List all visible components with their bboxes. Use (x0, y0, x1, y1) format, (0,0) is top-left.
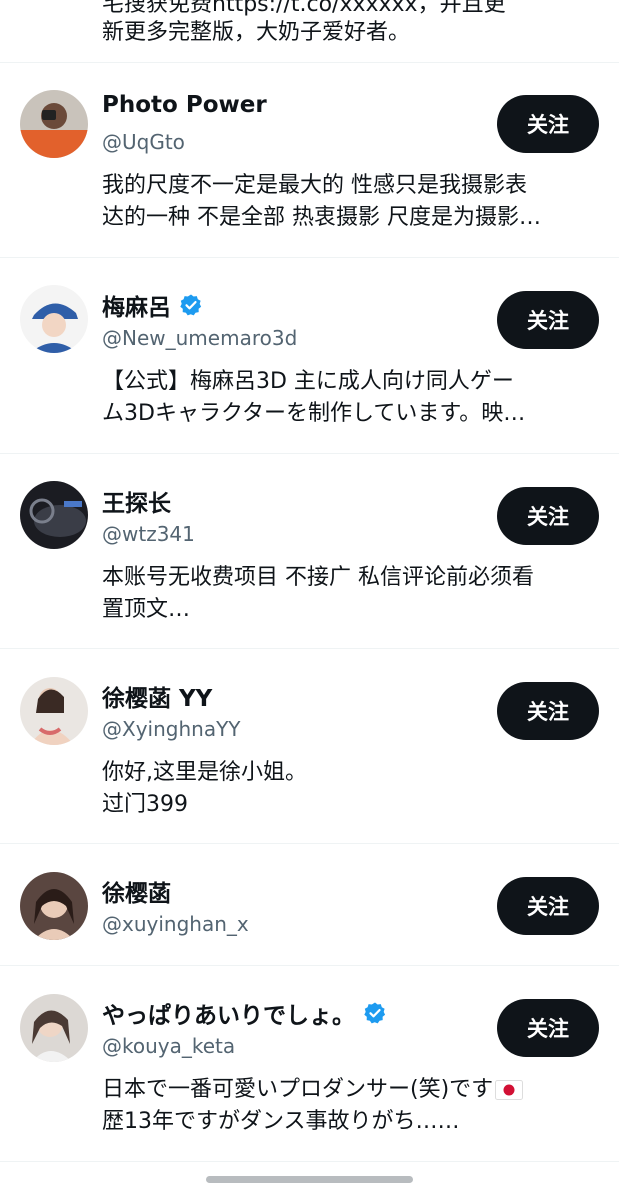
account-name-text: やっぱりあいりでしょ。 (102, 1003, 355, 1029)
avatar[interactable] (20, 677, 88, 745)
avatar[interactable] (20, 994, 88, 1062)
account-handle[interactable]: @xuyinghan_x (102, 912, 249, 936)
follow-button[interactable]: 关注 (497, 291, 599, 349)
account-row[interactable]: やっぱりあいりでしょ。 @kouya_keta 日本で一番可愛いプロダンサー(笑… (0, 966, 619, 1162)
verified-badge-icon (364, 1002, 386, 1024)
account-handle[interactable]: @New_umemaro3d (102, 326, 297, 350)
avatar[interactable] (20, 872, 88, 940)
account-row[interactable]: 梅麻呂 @New_umemaro3d 【公式】梅麻呂3D 主に成人向け同人ゲー … (0, 258, 619, 454)
japan-flag-icon (495, 1080, 524, 1100)
account-name-text: 徐樱菡 (102, 881, 171, 907)
avatar[interactable] (20, 285, 88, 353)
home-indicator[interactable] (206, 1176, 413, 1183)
bio-line-text: 日本で一番可愛いプロダンサー(笑)です (102, 1077, 494, 1102)
avatar[interactable] (20, 481, 88, 549)
bio-line: ム3Dキャラクターを制作しています。映… (102, 401, 526, 426)
account-name[interactable]: やっぱりあいりでしょ。 (102, 996, 387, 1030)
bio-line: 达的一种 不是全部 热衷摄影 尺度是为摄影… (102, 205, 541, 230)
account-handle[interactable]: @UqGto (102, 130, 185, 154)
account-name-text: Photo Power (102, 92, 267, 118)
account-name[interactable]: 徐樱菡 (102, 874, 171, 908)
account-bio: 你好,这里是徐小姐。 过门399 (102, 757, 594, 821)
bio-line: 日本で一番可愛いプロダンサー(笑)です (102, 1074, 594, 1106)
avatar-portrait-icon (20, 994, 88, 1062)
avatar-photo-icon (20, 90, 88, 158)
verified-badge-icon (180, 294, 202, 316)
account-bio: 【公式】梅麻呂3D 主に成人向け同人ゲー ム3Dキャラクターを制作しています。映… (102, 366, 594, 430)
account-row[interactable]: Photo Power @UqGto 我的尺度不一定是最大的 性感只是我摄影表 … (0, 62, 619, 258)
bio-line: 本账号无收费项目 不接广 私信评论前必须看 (102, 565, 534, 590)
account-name-text: 徐樱菡 YY (102, 686, 213, 712)
account-name[interactable]: Photo Power (102, 92, 267, 118)
account-row[interactable]: 王探长 @wtz341 本账号无收费项目 不接广 私信评论前必须看 置顶文… 关… (0, 454, 619, 649)
account-name-text: 梅麻呂 (102, 295, 171, 321)
account-row[interactable]: 徐樱菡 @xuyinghan_x 关注 (0, 844, 619, 966)
previous-account-bio-fragment: 宅搜获免费https://t.co/xxxxxx，并且更 新更多完整版，大奶子爱… (0, 0, 619, 63)
bio-line: 【公式】梅麻呂3D 主に成人向け同人ゲー (102, 369, 514, 394)
follow-button[interactable]: 关注 (497, 999, 599, 1057)
account-name[interactable]: 王探长 (102, 484, 171, 518)
avatar[interactable] (20, 90, 88, 158)
follow-button[interactable]: 关注 (497, 682, 599, 740)
account-bio: 我的尺度不一定是最大的 性感只是我摄影表 达的一种 不是全部 热衷摄影 尺度是为… (102, 170, 594, 234)
bio-line: 新更多完整版，大奶子爱好者。 (102, 20, 411, 45)
bio-line: 我的尺度不一定是最大的 性感只是我摄影表 (102, 173, 527, 198)
avatar-car-interior-icon (20, 481, 88, 549)
follow-button[interactable]: 关注 (497, 95, 599, 153)
account-handle[interactable]: @XyinghnaYY (102, 717, 241, 741)
account-name[interactable]: 徐樱菡 YY (102, 679, 212, 713)
bio-line: 歴13年ですがダンス事故りがち…… (102, 1109, 460, 1134)
account-handle[interactable]: @wtz341 (102, 522, 195, 546)
bio-line: 过门399 (102, 792, 188, 817)
avatar-portrait-icon (20, 677, 88, 745)
avatar-character-icon (20, 285, 88, 353)
bio-line: 置顶文… (102, 597, 191, 622)
account-handle[interactable]: @kouya_keta (102, 1034, 235, 1058)
avatar-portrait-icon (20, 872, 88, 940)
bio-line: 你好,这里是徐小姐。 (102, 760, 307, 785)
account-row[interactable]: 徐樱菡 YY @XyinghnaYY 你好,这里是徐小姐。 过门399 关注 (0, 649, 619, 844)
follow-button[interactable]: 关注 (497, 877, 599, 935)
account-bio: 本账号无收费项目 不接广 私信评论前必须看 置顶文… (102, 562, 594, 626)
account-bio: 日本で一番可愛いプロダンサー(笑)です 歴13年ですがダンス事故りがち…… (102, 1074, 594, 1138)
follow-button[interactable]: 关注 (497, 487, 599, 545)
account-name[interactable]: 梅麻呂 (102, 288, 203, 322)
account-name-text: 王探长 (102, 491, 171, 517)
